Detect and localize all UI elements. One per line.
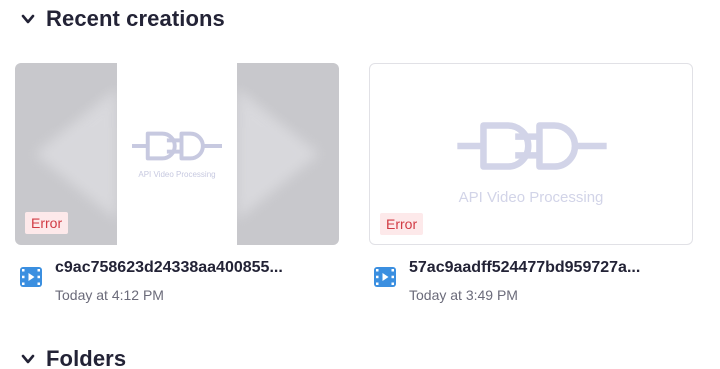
video-file-icon xyxy=(374,267,396,287)
plug-connector-icon xyxy=(457,122,607,170)
video-file-icon xyxy=(20,267,42,287)
plug-connector-icon xyxy=(132,131,222,161)
error-status-badge: Error xyxy=(25,212,69,234)
creation-timestamp: Today at 3:49 PM xyxy=(409,287,518,303)
error-status-badge: Error xyxy=(380,213,424,235)
creation-meta: c9ac758623d24338aa400855... Today at 4:1… xyxy=(20,259,283,303)
thumbnail-caption: API Video Processing xyxy=(458,189,604,206)
recent-creations-header[interactable]: Recent creations xyxy=(20,6,225,32)
section-title: Recent creations xyxy=(46,6,225,31)
creation-card-thumbnail[interactable]: API Video Processing Error xyxy=(369,63,693,245)
creation-meta: 57ac9aadff524477bd959727a... Today at 3:… xyxy=(374,259,640,303)
creation-filename-link[interactable]: c9ac758623d24338aa400855... xyxy=(55,259,283,277)
creation-card-thumbnail[interactable]: API Video Processing Error xyxy=(15,63,339,245)
chevron-down-icon xyxy=(21,354,35,364)
creation-timestamp: Today at 4:12 PM xyxy=(55,287,164,303)
blurred-thumbnail-right xyxy=(237,88,319,220)
folders-header[interactable]: Folders xyxy=(20,346,126,369)
section-title: Folders xyxy=(46,346,127,369)
video-poster: API Video Processing xyxy=(117,63,237,245)
thumbnail-caption: API Video Processing xyxy=(138,170,216,179)
creation-filename-link[interactable]: 57ac9aadff524477bd959727a... xyxy=(409,259,640,277)
chevron-down-icon xyxy=(21,14,35,24)
